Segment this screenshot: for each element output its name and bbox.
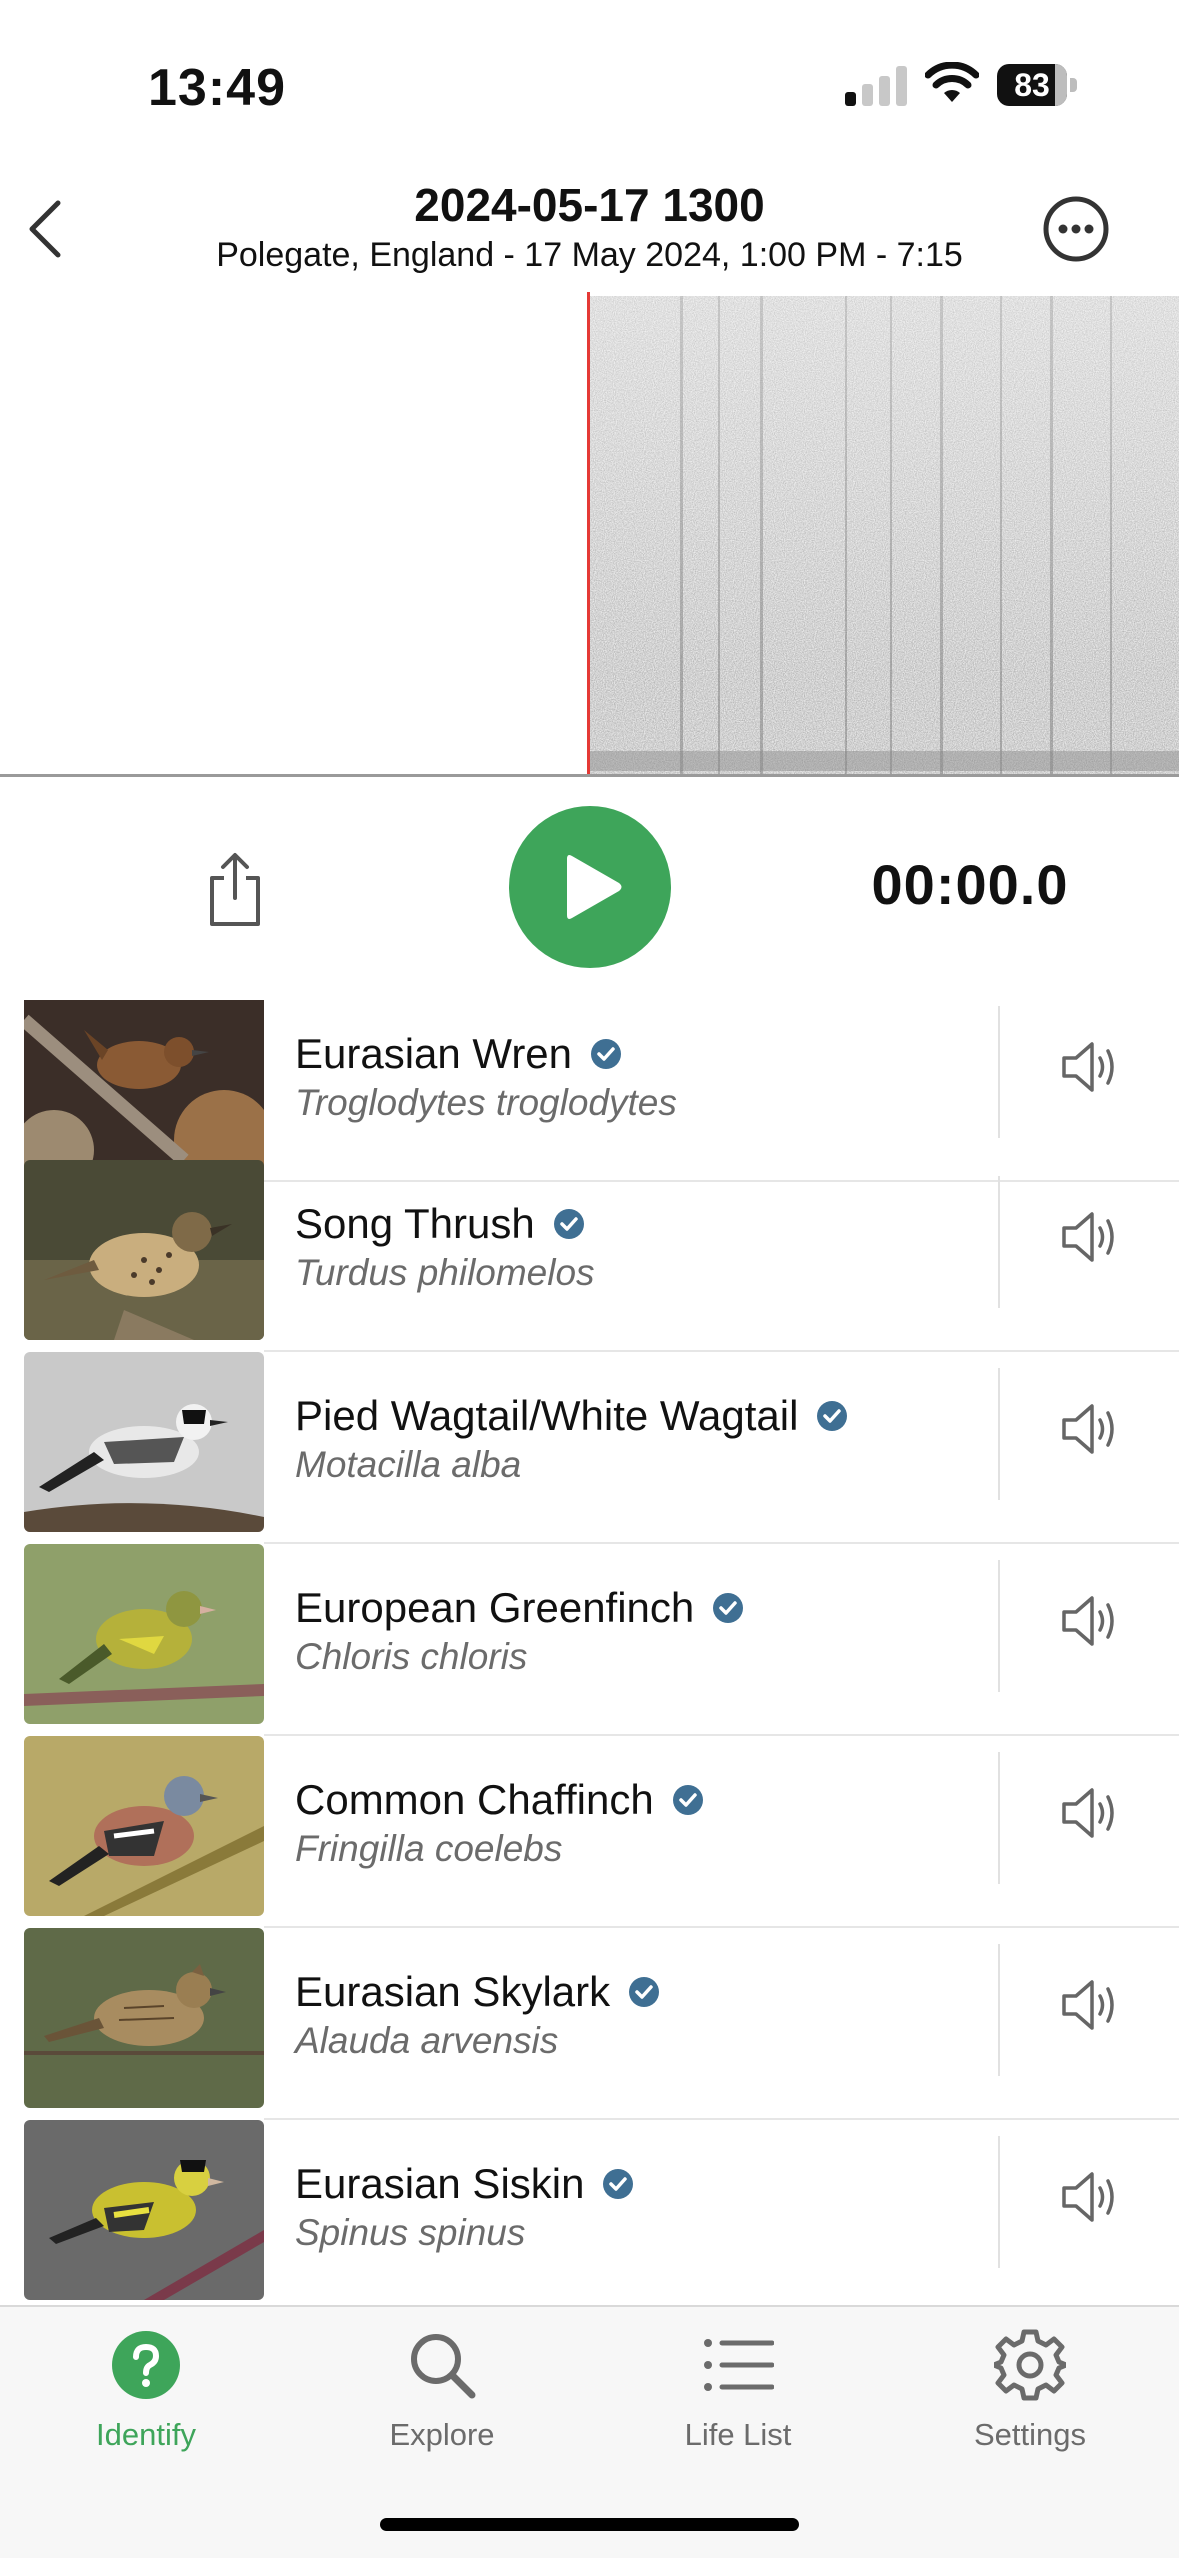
species-common-name: Eurasian Siskin: [295, 2160, 585, 2207]
eurasian-skylark-photo: [24, 1928, 264, 2108]
tab-bar: Identify Explore Life List Settings: [0, 2305, 1179, 2558]
species-common-name: Song Thrush: [295, 1200, 535, 1247]
play-sound-button[interactable]: [1058, 1590, 1120, 1652]
verified-icon: [629, 1977, 660, 2007]
playback-time: 00:00.0: [871, 853, 1069, 916]
recording-subtitle: Polegate, England - 17 May 2024, 1:00 PM…: [216, 236, 963, 274]
verified-icon: [553, 1209, 584, 1239]
battery-icon: 83: [997, 64, 1077, 106]
eurasian-siskin-photo: [24, 2120, 264, 2300]
species-row[interactable]: Common Chaffinch Fringilla coelebs: [0, 1736, 1179, 1928]
tab-label: Identify: [96, 2417, 196, 2452]
speaker-icon: [1062, 1404, 1114, 1454]
speaker-icon: [1062, 1212, 1114, 1262]
verified-icon: [817, 1401, 848, 1431]
species-scientific-name: Fringilla coelebs: [295, 1828, 563, 1869]
species-scientific-name: Chloris chloris: [295, 1636, 528, 1677]
recording-title: 2024-05-17 1300: [414, 179, 765, 231]
speaker-icon: [1062, 1788, 1114, 1838]
species-row[interactable]: Eurasian Siskin Spinus spinus: [0, 2120, 1179, 2305]
species-row[interactable]: Pied Wagtail/White Wagtail Motacilla alb…: [0, 1352, 1179, 1544]
tab-life-list[interactable]: Life List: [638, 2307, 838, 2487]
tab-label: Settings: [973, 2417, 1086, 2452]
species-common-name: Pied Wagtail/White Wagtail: [295, 1392, 799, 1439]
list-icon: [704, 2339, 774, 2391]
tab-label: Life List: [684, 2417, 792, 2452]
tab-label: Explore: [389, 2417, 495, 2452]
spectrogram[interactable]: [0, 292, 1179, 777]
species-row[interactable]: Song Thrush Turdus philomelos: [0, 1160, 1179, 1352]
species-row[interactable]: European Greenfinch Chloris chloris: [0, 1544, 1179, 1736]
play-button[interactable]: [509, 806, 671, 968]
play-sound-button[interactable]: [1058, 1206, 1120, 1268]
play-sound-button[interactable]: [1058, 1782, 1120, 1844]
play-sound-button[interactable]: [1058, 1398, 1120, 1460]
verified-icon: [672, 1785, 703, 1815]
song-thrush-photo: [24, 1160, 264, 1340]
european-greenfinch-photo: [24, 1544, 264, 1724]
status-time: 13:49: [148, 59, 286, 117]
share-button[interactable]: [200, 848, 270, 930]
battery-level: 83: [1014, 67, 1050, 103]
species-scientific-name: Motacilla alba: [295, 1444, 522, 1485]
wifi-icon: [924, 61, 980, 106]
gear-icon: [994, 2329, 1066, 2401]
speaker-icon: [1062, 2172, 1114, 2222]
species-common-name: Eurasian Skylark: [295, 1968, 611, 2015]
question-circle-icon: [112, 2331, 180, 2399]
play-sound-button[interactable]: [1058, 1036, 1120, 1098]
tab-explore[interactable]: Explore: [342, 2307, 542, 2487]
share-icon: [210, 853, 260, 926]
species-list: Eurasian Wren Troglodytes troglodytes So…: [0, 1000, 1179, 2305]
species-scientific-name: Alauda arvensis: [295, 2020, 559, 2061]
verified-icon: [603, 2169, 634, 2199]
species-scientific-name: Troglodytes troglodytes: [295, 1082, 677, 1123]
species-row[interactable]: Eurasian Skylark Alauda arvensis: [0, 1928, 1179, 2120]
tab-identify[interactable]: Identify: [46, 2307, 246, 2487]
playhead[interactable]: [587, 292, 590, 774]
species-scientific-name: Spinus spinus: [295, 2212, 526, 2253]
species-common-name: Eurasian Wren: [295, 1030, 573, 1077]
home-indicator: [380, 2518, 799, 2531]
pied-wagtail-photo: [24, 1352, 264, 1532]
speaker-icon: [1062, 1980, 1114, 2030]
play-sound-button[interactable]: [1058, 2166, 1120, 2228]
search-icon: [411, 2334, 476, 2399]
cellular-signal-icon: [845, 66, 909, 106]
speaker-icon: [1062, 1042, 1114, 1092]
species-row[interactable]: Eurasian Wren Troglodytes troglodytes: [0, 1000, 1179, 1182]
play-icon: [567, 855, 622, 919]
common-chaffinch-photo: [24, 1736, 264, 1916]
species-scientific-name: Turdus philomelos: [295, 1252, 595, 1293]
play-sound-button[interactable]: [1058, 1974, 1120, 2036]
tab-settings[interactable]: Settings: [930, 2307, 1130, 2487]
species-common-name: Common Chaffinch: [295, 1776, 654, 1823]
verified-icon: [713, 1593, 744, 1623]
speaker-icon: [1062, 1596, 1114, 1646]
eurasian-wren-photo: [24, 1000, 264, 1170]
more-options-button[interactable]: [1042, 195, 1110, 263]
spectrogram-image: [590, 296, 1179, 774]
species-common-name: European Greenfinch: [295, 1584, 695, 1631]
verified-icon: [591, 1039, 622, 1069]
